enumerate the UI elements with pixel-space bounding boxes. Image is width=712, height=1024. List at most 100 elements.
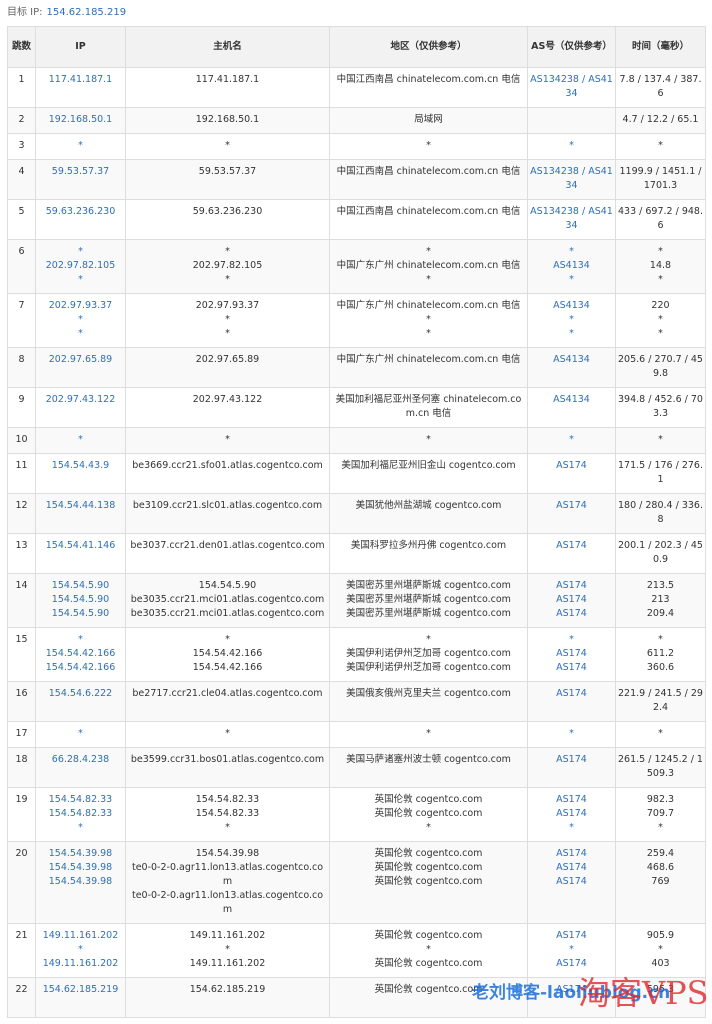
ip-cell-line[interactable]: 154.54.82.33	[38, 793, 123, 807]
hop-cell: 21	[7, 923, 36, 978]
hostname-cell: * 154.54.42.166 154.54.42.166	[125, 627, 330, 682]
region-cell: *	[329, 133, 528, 160]
table-row: 19 154.54.82.33 154.54.82.33 * 154.54.82.33 1…	[7, 787, 706, 842]
as-cell-line[interactable]: AS174	[530, 807, 613, 821]
ip-cell[interactable]: 202.97.65.89	[35, 347, 126, 388]
hostname-cell: * 202.97.82.105 *	[125, 239, 330, 294]
hostname-cell-line: 154.54.39.98	[195, 848, 260, 859]
ip-cell-line[interactable]: 149.11.161.202	[38, 957, 123, 971]
time-cell-line: 403	[651, 958, 670, 969]
region-cell: 美国加利福尼亚州旧金山 cogentco.com	[329, 453, 528, 494]
ip-cell[interactable]: 117.41.187.1	[35, 67, 126, 108]
ip-cell-line[interactable]: 154.54.5.90	[38, 593, 123, 607]
as-cell[interactable]: AS174	[527, 977, 616, 1018]
ip-cell[interactable]: 154.62.185.219	[35, 977, 126, 1018]
as-cell-line[interactable]: AS174	[530, 875, 613, 889]
ip-cell[interactable]: 154.54.41.146	[35, 533, 126, 574]
hop-cell: 19	[7, 787, 36, 842]
ip-cell-line[interactable]: 154.54.82.33	[38, 807, 123, 821]
as-cell[interactable]: AS4134	[527, 347, 616, 388]
ip-cell[interactable]: 59.63.236.230	[35, 199, 126, 240]
as-cell-line[interactable]: AS174	[530, 579, 613, 593]
as-cell[interactable]: AS134238 / AS4134	[527, 67, 616, 108]
table-row: 15 * 154.54.42.166 154.54.42.166 * 154.54.42.…	[7, 627, 706, 682]
as-cell-line[interactable]: AS4134	[530, 299, 613, 313]
as-cell[interactable]: AS174	[527, 493, 616, 534]
ip-cell-line[interactable]: 154.54.5.90	[38, 579, 123, 593]
as-cell[interactable]: AS134238 / AS4134	[527, 199, 616, 240]
ip-cell-line[interactable]: 149.11.161.202	[38, 929, 123, 943]
region-cell-line: 美国密苏里州堪萨斯城 cogentco.com	[346, 594, 511, 605]
ip-cell-line: *	[78, 314, 83, 325]
as-cell-line[interactable]: AS174	[530, 929, 613, 943]
hostname-cell: 192.168.50.1	[125, 107, 330, 134]
as-cell[interactable]: AS174	[527, 747, 616, 788]
hostname-cell-line: 202.97.82.105	[192, 260, 263, 271]
ip-cell[interactable]: 154.54.44.138	[35, 493, 126, 534]
ip-cell-line[interactable]: 154.54.5.90	[38, 607, 123, 621]
region-cell-line: *	[426, 822, 431, 833]
ip-cell-line[interactable]: 202.97.82.105	[38, 259, 123, 273]
time-cell: * 611.2 360.6	[615, 627, 706, 682]
as-cell[interactable]: AS174	[527, 681, 616, 722]
hostname-cell-line: te0-0-2-0.agr11.lon13.atlas.cogentco.com	[131, 890, 324, 915]
as-cell-line: *	[569, 274, 574, 285]
region-cell: 美国马萨诸塞州波士顿 cogentco.com	[329, 747, 528, 788]
ip-cell-line[interactable]: 154.54.42.166	[38, 661, 123, 675]
hostname-cell: 154.54.82.33 154.54.82.33 *	[125, 787, 330, 842]
ip-cell[interactable]: 66.28.4.238	[35, 747, 126, 788]
table-row: 16 154.54.6.222 be2717.ccr21.cle04.atlas.c…	[7, 681, 706, 722]
header-time: 时间（毫秒）	[615, 26, 706, 68]
time-cell-line: *	[658, 944, 663, 955]
ip-cell-line: *	[78, 246, 83, 257]
target-ip-value[interactable]: 154.62.185.219	[47, 7, 127, 18]
ip-cell[interactable]: 202.97.43.122	[35, 387, 126, 428]
as-cell[interactable]: AS4134	[527, 387, 616, 428]
hostname-cell: 59.63.236.230	[125, 199, 330, 240]
region-cell: 英国伦敦 cogentco.com 英国伦敦 cogentco.com 英国伦敦 c…	[329, 841, 528, 924]
time-cell-line: 360.6	[646, 662, 675, 673]
ip-cell-line[interactable]: 154.54.39.98	[38, 847, 123, 861]
as-cell-line[interactable]: AS174	[530, 661, 613, 675]
as-cell-line[interactable]: AS174	[530, 793, 613, 807]
time-cell: *	[615, 721, 706, 748]
ip-cell[interactable]: 59.53.57.37	[35, 159, 126, 200]
as-cell-line[interactable]: AS4134	[530, 259, 613, 273]
region-cell-line: 英国伦敦 cogentco.com	[374, 808, 483, 819]
region-cell: 中国江西南昌 chinatelecom.com.cn 电信	[329, 67, 528, 108]
as-cell-line[interactable]: AS174	[530, 957, 613, 971]
ip-cell[interactable]: 154.54.43.9	[35, 453, 126, 494]
header-ip: IP	[35, 26, 126, 68]
region-cell-line: 英国伦敦 cogentco.com	[374, 930, 483, 941]
as-cell-line[interactable]: AS174	[530, 593, 613, 607]
table-row: 21 149.11.161.202 * 149.11.161.202 149.11.16…	[7, 923, 706, 978]
as-cell[interactable]: AS174	[527, 533, 616, 574]
hostname-cell-line: 154.54.5.90	[198, 580, 257, 591]
hop-cell: 8	[7, 347, 36, 388]
as-cell-line[interactable]: AS174	[530, 647, 613, 661]
ip-cell-line[interactable]: 154.54.42.166	[38, 647, 123, 661]
region-cell-line: *	[426, 274, 431, 285]
ip-cell-line[interactable]: 154.54.39.98	[38, 861, 123, 875]
ip-cell-line[interactable]: 202.97.93.37	[38, 299, 123, 313]
hop-cell: 12	[7, 493, 36, 534]
ip-cell-line[interactable]: 154.54.39.98	[38, 875, 123, 889]
table-row: 1 117.41.187.1 117.41.187.1 中国江西南昌 chinatel…	[7, 67, 706, 108]
as-cell: *	[527, 133, 616, 160]
as-cell[interactable]: AS134238 / AS4134	[527, 159, 616, 200]
as-cell-line[interactable]: AS174	[530, 607, 613, 621]
as-cell-line[interactable]: AS174	[530, 861, 613, 875]
hostname-cell-line: be3035.ccr21.mci01.atlas.cogentco.com	[130, 594, 325, 605]
hop-cell: 7	[7, 293, 36, 348]
ip-cell[interactable]: 154.54.6.222	[35, 681, 126, 722]
hostname-cell-line: 202.97.93.37	[195, 300, 260, 311]
as-cell[interactable]: AS174	[527, 453, 616, 494]
hostname-cell: be3669.ccr21.sfo01.atlas.cogentco.com	[125, 453, 330, 494]
table-row: 18 66.28.4.238 be3599.ccr31.bos01.atlas.co…	[7, 747, 706, 788]
hostname-cell-line: *	[225, 328, 230, 339]
as-cell-line[interactable]: AS174	[530, 847, 613, 861]
region-cell: 中国江西南昌 chinatelecom.com.cn 电信	[329, 159, 528, 200]
ip-cell-line: *	[78, 822, 83, 833]
time-cell-line: 209.4	[646, 608, 675, 619]
ip-cell[interactable]: 192.168.50.1	[35, 107, 126, 134]
